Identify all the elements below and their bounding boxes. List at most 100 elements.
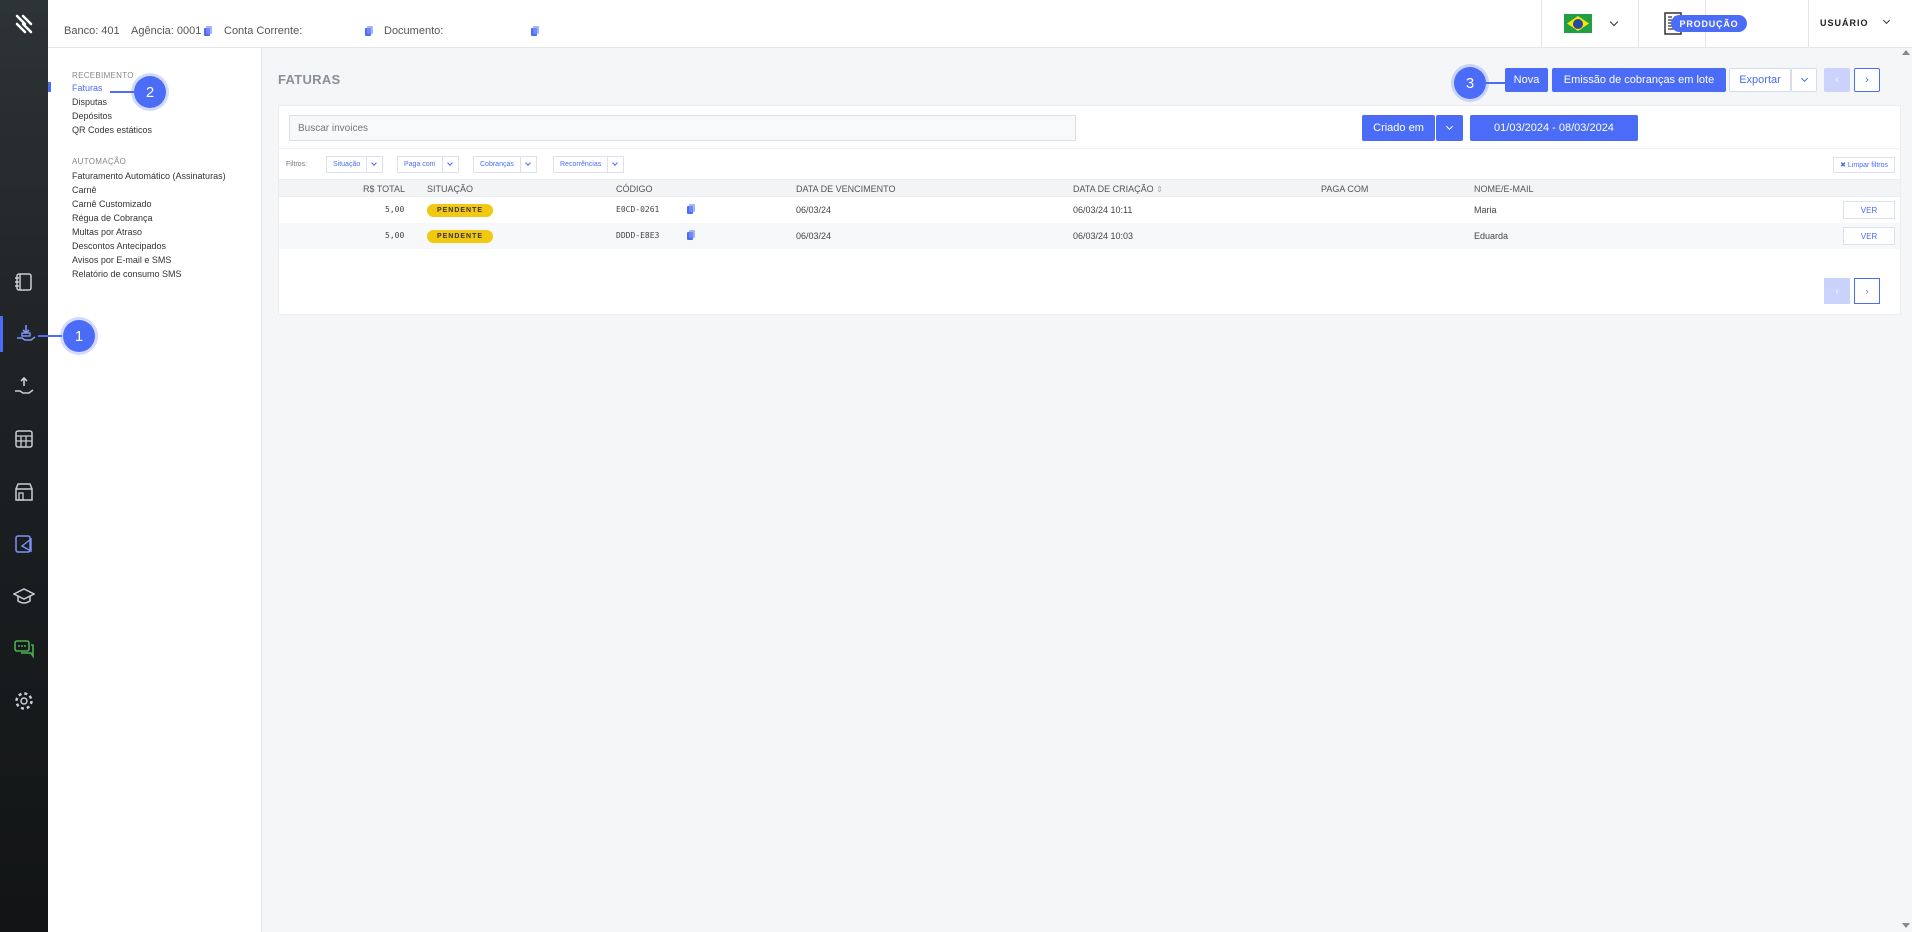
divider: [1638, 0, 1639, 48]
gear-icon[interactable]: [0, 683, 48, 719]
copy-icon[interactable]: [687, 230, 695, 240]
bank-label: Banco: 401: [64, 25, 120, 37]
sidebar-item-depositos[interactable]: Depósitos: [72, 111, 112, 121]
store-icon[interactable]: [0, 474, 48, 510]
calculator-icon[interactable]: [0, 421, 48, 457]
status-badge: PENDENTE: [427, 204, 493, 217]
sidebar-item-descontos-antecipados[interactable]: Descontos Antecipados: [72, 241, 166, 251]
row-due-date: 06/03/24: [796, 205, 832, 215]
step-marker-3: 3: [1454, 67, 1486, 99]
view-button[interactable]: VER: [1843, 227, 1895, 245]
filter-paga-com[interactable]: Paga com: [397, 156, 459, 173]
pie-chart-icon[interactable]: [0, 526, 48, 562]
chevron-down-icon: [612, 160, 619, 166]
document-label: Documento:: [384, 25, 444, 37]
export-button[interactable]: Exportar: [1729, 68, 1791, 92]
chevron-down-icon[interactable]: [1609, 17, 1619, 27]
sidebar-item-multas-atraso[interactable]: Multas por Atraso: [72, 227, 142, 237]
col-code[interactable]: CÓDIGO: [616, 184, 653, 194]
col-paid-with[interactable]: PAGA COM: [1321, 184, 1368, 194]
next-page-button[interactable]: ›: [1854, 278, 1880, 304]
date-field-dropdown[interactable]: [1436, 115, 1463, 141]
app-root: Banco: 401 Agência: 0001 Conta Corrente:…: [0, 0, 1912, 932]
divider: [1541, 0, 1542, 48]
scrollbar[interactable]: [1900, 48, 1912, 932]
sidebar-item-regua-cobranca[interactable]: Régua de Cobrança: [72, 213, 153, 223]
invoices-panel: Criado em 01/03/2024 - 08/03/2024 Filtro…: [278, 105, 1901, 315]
sidebar-item-relatorio-sms[interactable]: Relatório de consumo SMS: [72, 269, 182, 279]
new-invoice-button[interactable]: Nova: [1505, 68, 1548, 92]
copy-icon[interactable]: [531, 26, 539, 36]
scroll-down-icon[interactable]: [1902, 923, 1910, 928]
sidebar-item-carne-customizado[interactable]: Carnê Customizado: [72, 199, 152, 209]
sidebar-section-title: RECEBIMENTO: [72, 71, 134, 80]
scroll-up-icon[interactable]: [1902, 50, 1910, 55]
user-menu-label[interactable]: USUÁRIO: [1820, 18, 1869, 28]
sidebar-item-disputas[interactable]: Disputas: [72, 97, 107, 107]
col-status[interactable]: SITUAÇÃO: [427, 184, 473, 194]
search-input[interactable]: [289, 115, 1076, 141]
row-total: 5,00: [385, 205, 405, 214]
sidebar-item-faturas[interactable]: Faturas: [72, 83, 103, 93]
environment-badge[interactable]: PRODUÇÃO: [1671, 15, 1747, 32]
view-button[interactable]: VER: [1843, 201, 1895, 219]
table-row[interactable]: 5,00 PENDENTE DDDD-E8E3 06/03/24 06/03/2…: [279, 223, 1900, 249]
table-row[interactable]: 5,00 PENDENTE E0CD-0261 06/03/24 06/03/2…: [279, 197, 1900, 223]
logo-icon[interactable]: [0, 0, 48, 48]
row-created-date: 06/03/24 10:11: [1073, 205, 1133, 215]
copy-icon[interactable]: [687, 204, 695, 214]
page-title: FATURAS: [278, 72, 341, 87]
chevron-down-icon: [1800, 74, 1808, 82]
date-field-select[interactable]: Criado em: [1362, 115, 1435, 141]
top-header: Banco: 401 Agência: 0001 Conta Corrente:…: [48, 0, 1912, 48]
sidebar-item-avisos-email-sms[interactable]: Avisos por E-mail e SMS: [72, 255, 171, 265]
export-options-button[interactable]: [1791, 68, 1817, 92]
sidebar-item-carne[interactable]: Carnê: [72, 185, 97, 195]
brazil-flag-icon[interactable]: [1564, 14, 1592, 33]
chevron-down-icon: [1445, 122, 1454, 130]
next-page-button[interactable]: ›: [1854, 68, 1880, 92]
sidebar-item-qr-codes[interactable]: QR Codes estáticos: [72, 125, 152, 135]
step-connector: [38, 335, 62, 337]
filter-situacao[interactable]: Situação: [326, 156, 384, 173]
sidebar-item-faturamento-automatico[interactable]: Faturamento Automático (Assinaturas): [72, 171, 226, 181]
filter-label: Cobranças: [474, 157, 521, 172]
filters-label: Filtros:: [286, 161, 307, 168]
step-marker-1: 1: [63, 320, 95, 352]
clear-filters-button[interactable]: ✖ Limpar filtros: [1833, 157, 1895, 173]
col-due-date[interactable]: DATA DE VENCIMENTO: [796, 184, 896, 194]
icon-rail: [0, 0, 48, 932]
filter-label: Paga com: [398, 157, 443, 172]
sidebar: RECEBIMENTO Faturas Disputas Depósitos Q…: [48, 48, 262, 932]
sort-icon[interactable]: ⇕: [1156, 185, 1163, 194]
agency-label: Agência: 0001: [131, 25, 202, 37]
col-created-date[interactable]: DATA DE CRIAÇÃO ⇕: [1073, 184, 1163, 194]
row-due-date: 06/03/24: [796, 231, 832, 241]
filter-label: Recorrências: [554, 157, 609, 172]
copy-icon[interactable]: [365, 26, 373, 36]
col-name-email[interactable]: NOME/E-MAIL: [1474, 184, 1534, 194]
status-badge: PENDENTE: [427, 230, 493, 243]
chevron-down-icon[interactable]: [1882, 16, 1891, 25]
col-created-label: DATA DE CRIAÇÃO: [1073, 184, 1154, 194]
chevron-down-icon: [446, 160, 453, 166]
chat-icon[interactable]: [0, 631, 48, 667]
graduation-cap-icon[interactable]: [0, 578, 48, 614]
filter-cobrancas[interactable]: Cobranças: [473, 156, 537, 173]
account-label: Conta Corrente:: [224, 25, 303, 37]
divider: [1808, 0, 1809, 48]
row-code: E0CD-0261: [616, 205, 660, 214]
batch-billing-button[interactable]: Emissão de cobranças em lote: [1552, 68, 1726, 92]
receive-money-icon[interactable]: [0, 316, 48, 352]
ledger-icon[interactable]: [0, 264, 48, 300]
chevron-down-icon: [371, 160, 378, 166]
prev-page-button[interactable]: ‹: [1824, 278, 1850, 304]
filter-label: Situação: [327, 157, 368, 172]
send-money-icon[interactable]: [0, 369, 48, 405]
col-total[interactable]: R$ TOTAL: [363, 184, 405, 194]
copy-icon[interactable]: [204, 26, 213, 37]
filter-recorrencias[interactable]: Recorrências: [553, 156, 625, 173]
date-range-picker[interactable]: 01/03/2024 - 08/03/2024: [1470, 115, 1638, 141]
prev-page-button[interactable]: ‹: [1824, 68, 1850, 92]
sidebar-section-title: AUTOMAÇÃO: [72, 157, 127, 166]
